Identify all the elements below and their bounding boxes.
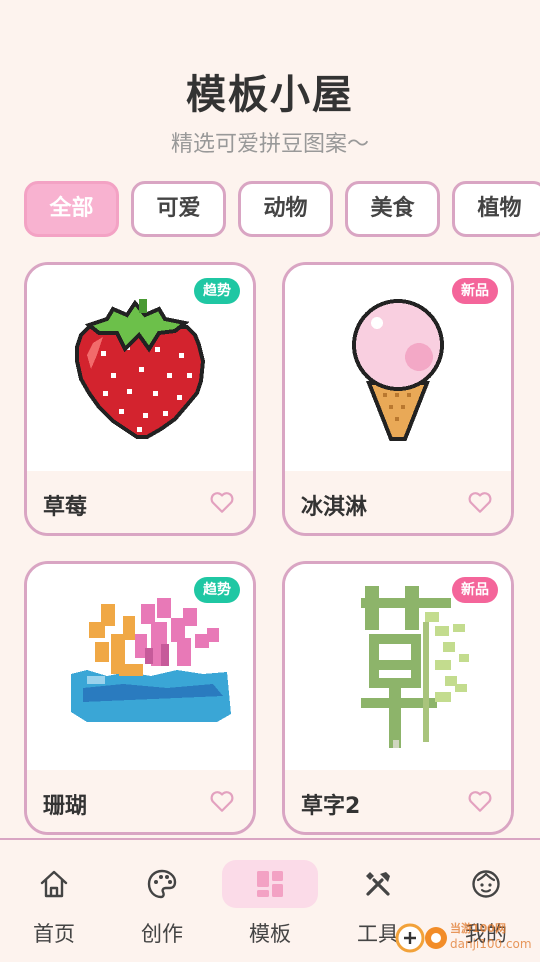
heart-icon[interactable]: [209, 489, 235, 515]
trend-badge: 趋势: [194, 577, 240, 603]
heart-icon[interactable]: [467, 788, 493, 814]
tab-plants[interactable]: 植物: [452, 181, 540, 237]
card-title: 草莓: [43, 495, 88, 520]
tab-animals[interactable]: 动物: [238, 181, 333, 237]
tab-cute[interactable]: 可爱: [131, 181, 226, 237]
template-card-ice-cream[interactable]: 新品 冰淇淋: [282, 262, 514, 536]
template-card-strawberry[interactable]: 趋势 草莓: [24, 262, 256, 536]
home-icon: [40, 870, 68, 898]
trend-badge: 趋势: [194, 278, 240, 304]
page-subtitle: 精选可爱拼豆图案～: [170, 132, 369, 157]
tab-food[interactable]: 美食: [345, 181, 440, 237]
nav-item-templates[interactable]: 模板: [216, 840, 324, 962]
profile-icon: [472, 870, 500, 898]
nav-item-home[interactable]: 首页: [0, 840, 108, 962]
svg-text:danji100.com: danji100.com: [450, 937, 532, 951]
page-title: 模板小屋: [186, 72, 354, 118]
nav-item-create[interactable]: 创作: [108, 840, 216, 962]
tab-all[interactable]: 全部: [24, 181, 119, 237]
card-title: 珊瑚: [43, 794, 88, 819]
svg-text:当游100网: 当游100网: [450, 921, 506, 935]
heart-icon[interactable]: [467, 489, 493, 515]
card-title: 冰淇淋: [301, 495, 368, 520]
new-badge: 新品: [452, 278, 498, 304]
card-title: 草字2: [301, 794, 361, 819]
danji100-watermark-logo: 当游100网 danji100.com: [395, 921, 532, 953]
nav-label: 创作: [141, 922, 183, 946]
nav-label: 模板: [249, 922, 291, 946]
new-badge: 新品: [452, 577, 498, 603]
template-icon: [257, 871, 283, 897]
palette-icon: [147, 869, 177, 899]
heart-icon[interactable]: [209, 788, 235, 814]
category-tabs: 全部 可爱 动物 美食 植物: [24, 181, 540, 239]
template-card-coral[interactable]: 趋势 珊瑚: [24, 561, 256, 835]
tools-icon: [366, 872, 390, 896]
template-card-grass-character[interactable]: 新品 草字2: [282, 561, 514, 835]
nav-label: 首页: [33, 922, 75, 946]
